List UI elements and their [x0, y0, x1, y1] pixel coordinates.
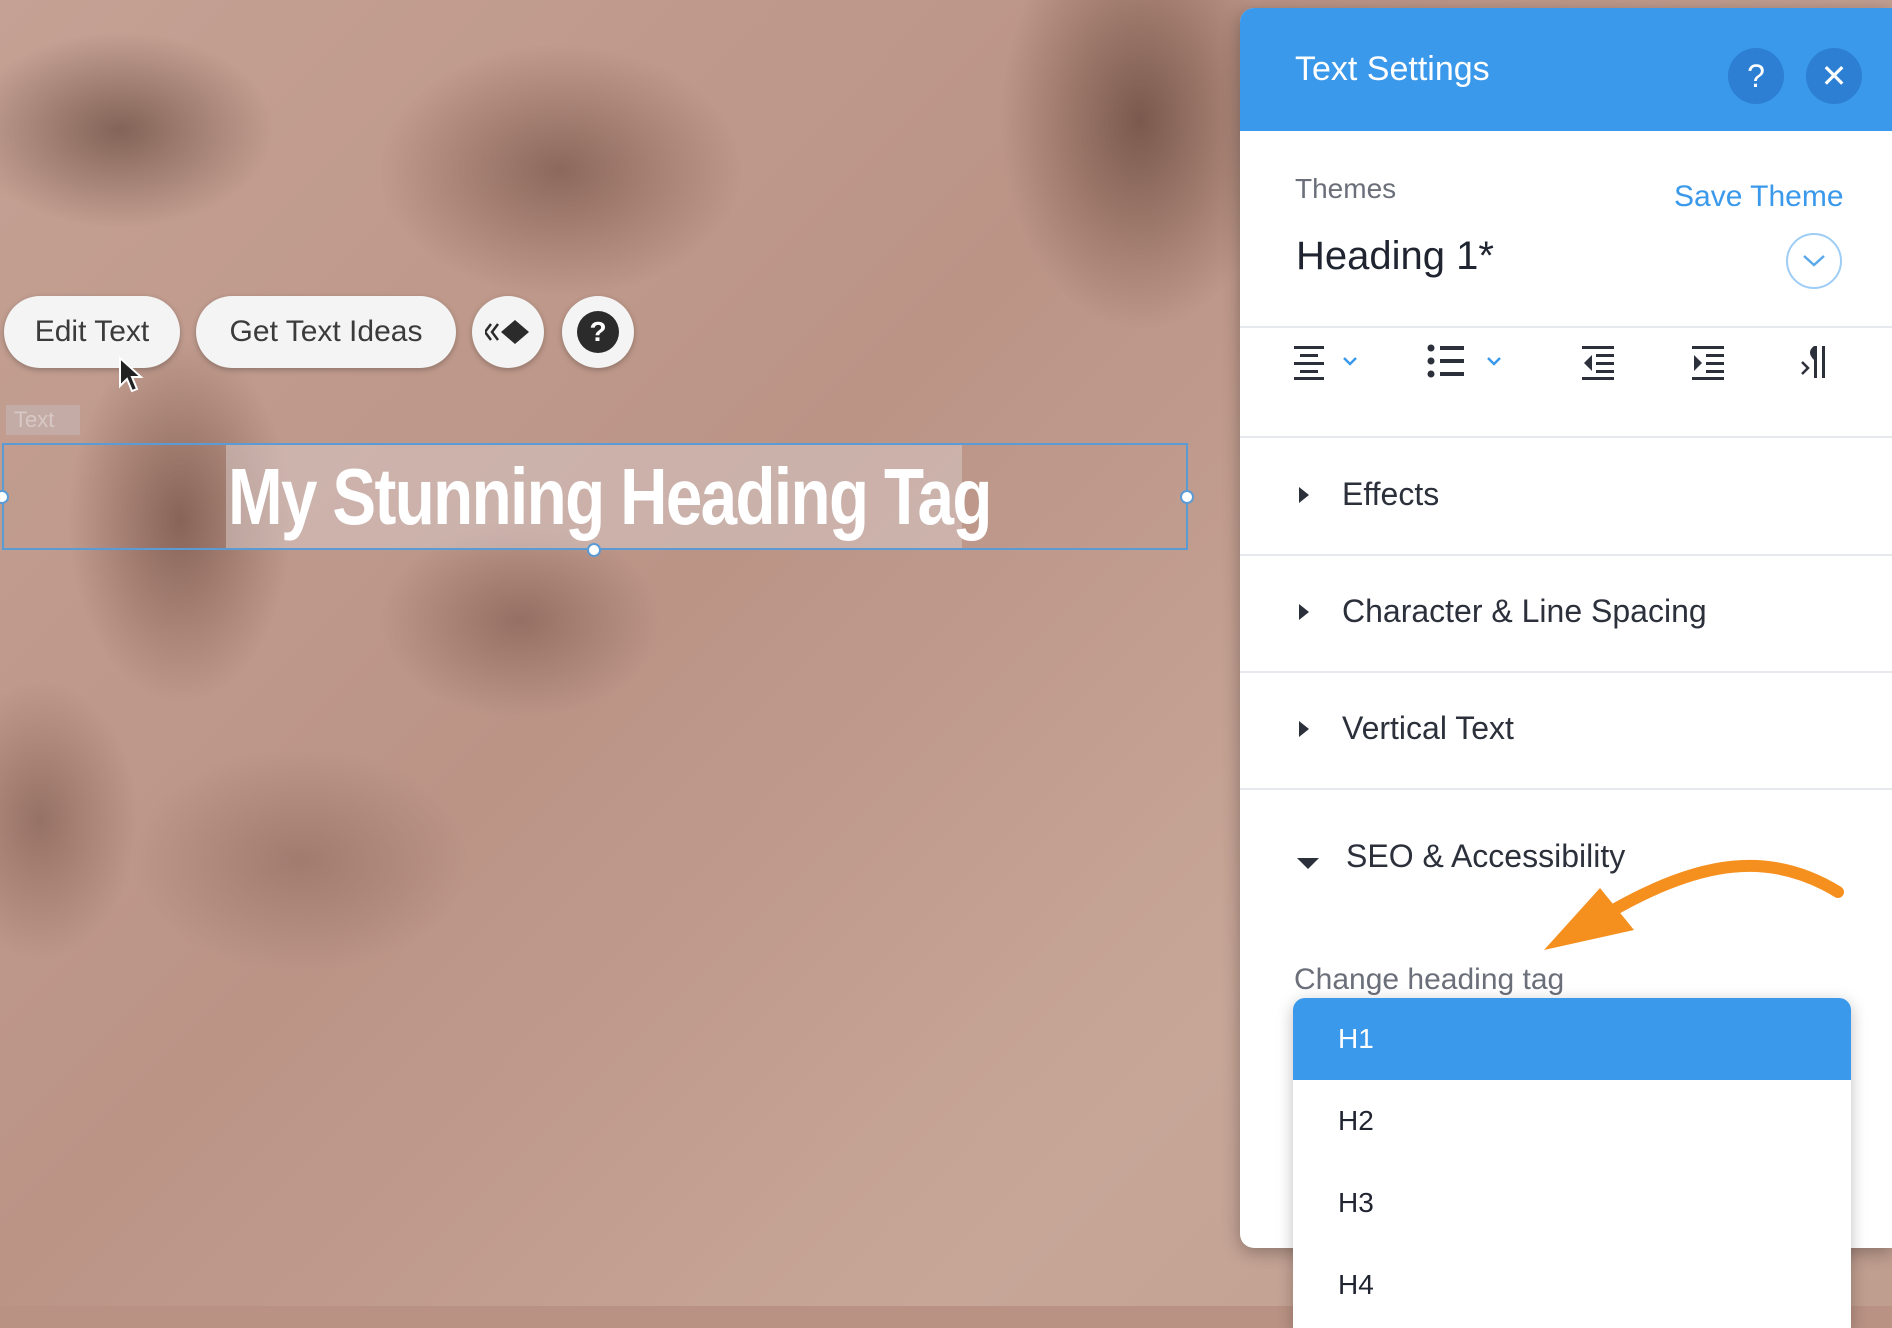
vertical-text-label: Vertical Text [1342, 710, 1514, 746]
list-icon[interactable] [1426, 342, 1516, 382]
theme-value[interactable]: Heading 1* [1296, 234, 1494, 279]
panel-close-button[interactable]: ✕ [1806, 48, 1862, 104]
indent-decrease-icon[interactable] [1580, 342, 1620, 382]
character-line-spacing-label: Character & Line Spacing [1342, 593, 1707, 629]
effects-section[interactable]: Effects [1240, 438, 1892, 554]
indent-increase-icon[interactable] [1690, 342, 1730, 382]
resize-handle-right[interactable] [1180, 490, 1194, 504]
help-icon: ? [1747, 57, 1765, 94]
annotation-arrow-icon [1544, 859, 1844, 950]
panel-title: Text Settings [1295, 50, 1490, 88]
get-text-ideas-button[interactable]: Get Text Ideas [196, 296, 456, 368]
element-type-tag: Text [6, 405, 80, 435]
caret-down-icon[interactable] [1296, 856, 1320, 870]
heading-tag-dropdown[interactable]: H1 H2 H3 H4 [1293, 998, 1851, 1328]
heading-tag-option-h4[interactable]: H4 [1293, 1244, 1851, 1326]
save-theme-link[interactable]: Save Theme [1674, 180, 1844, 214]
caret-right-icon [1299, 604, 1309, 620]
close-icon: ✕ [1820, 58, 1848, 94]
effects-label: Effects [1342, 476, 1440, 512]
cursor-icon [119, 356, 144, 393]
divider [1240, 326, 1892, 328]
animation-icon [485, 320, 529, 344]
resize-handle-bottom[interactable] [587, 543, 601, 557]
align-center-icon[interactable] [1292, 342, 1372, 382]
caret-right-icon [1299, 487, 1309, 503]
heading-tag-option-h2[interactable]: H2 [1293, 1080, 1851, 1162]
toolbar-help-button[interactable]: ? [562, 296, 634, 368]
help-icon: ? [577, 311, 619, 353]
theme-dropdown-button[interactable] [1786, 233, 1842, 289]
get-text-ideas-label: Get Text Ideas [229, 315, 423, 348]
text-direction-icon[interactable] [1800, 342, 1840, 382]
panel-help-button[interactable]: ? [1728, 48, 1784, 104]
divider [1240, 788, 1892, 790]
caret-right-icon [1299, 721, 1309, 737]
heading-tag-option-h1[interactable]: H1 [1293, 998, 1851, 1080]
text-element-selection[interactable] [2, 443, 1188, 550]
edit-text-label: Edit Text [34, 315, 150, 348]
edit-text-button[interactable]: Edit Text [4, 296, 180, 368]
animation-button[interactable] [472, 296, 544, 368]
character-line-spacing-section[interactable]: Character & Line Spacing [1240, 555, 1892, 671]
chevron-down-icon [1803, 255, 1825, 267]
vertical-text-section[interactable]: Vertical Text [1240, 672, 1892, 788]
themes-label: Themes [1295, 173, 1397, 204]
heading-tag-option-h3[interactable]: H3 [1293, 1162, 1851, 1244]
change-heading-tag-label: Change heading tag [1294, 963, 1565, 996]
panel-header: Text Settings ? ✕ [1240, 8, 1892, 131]
